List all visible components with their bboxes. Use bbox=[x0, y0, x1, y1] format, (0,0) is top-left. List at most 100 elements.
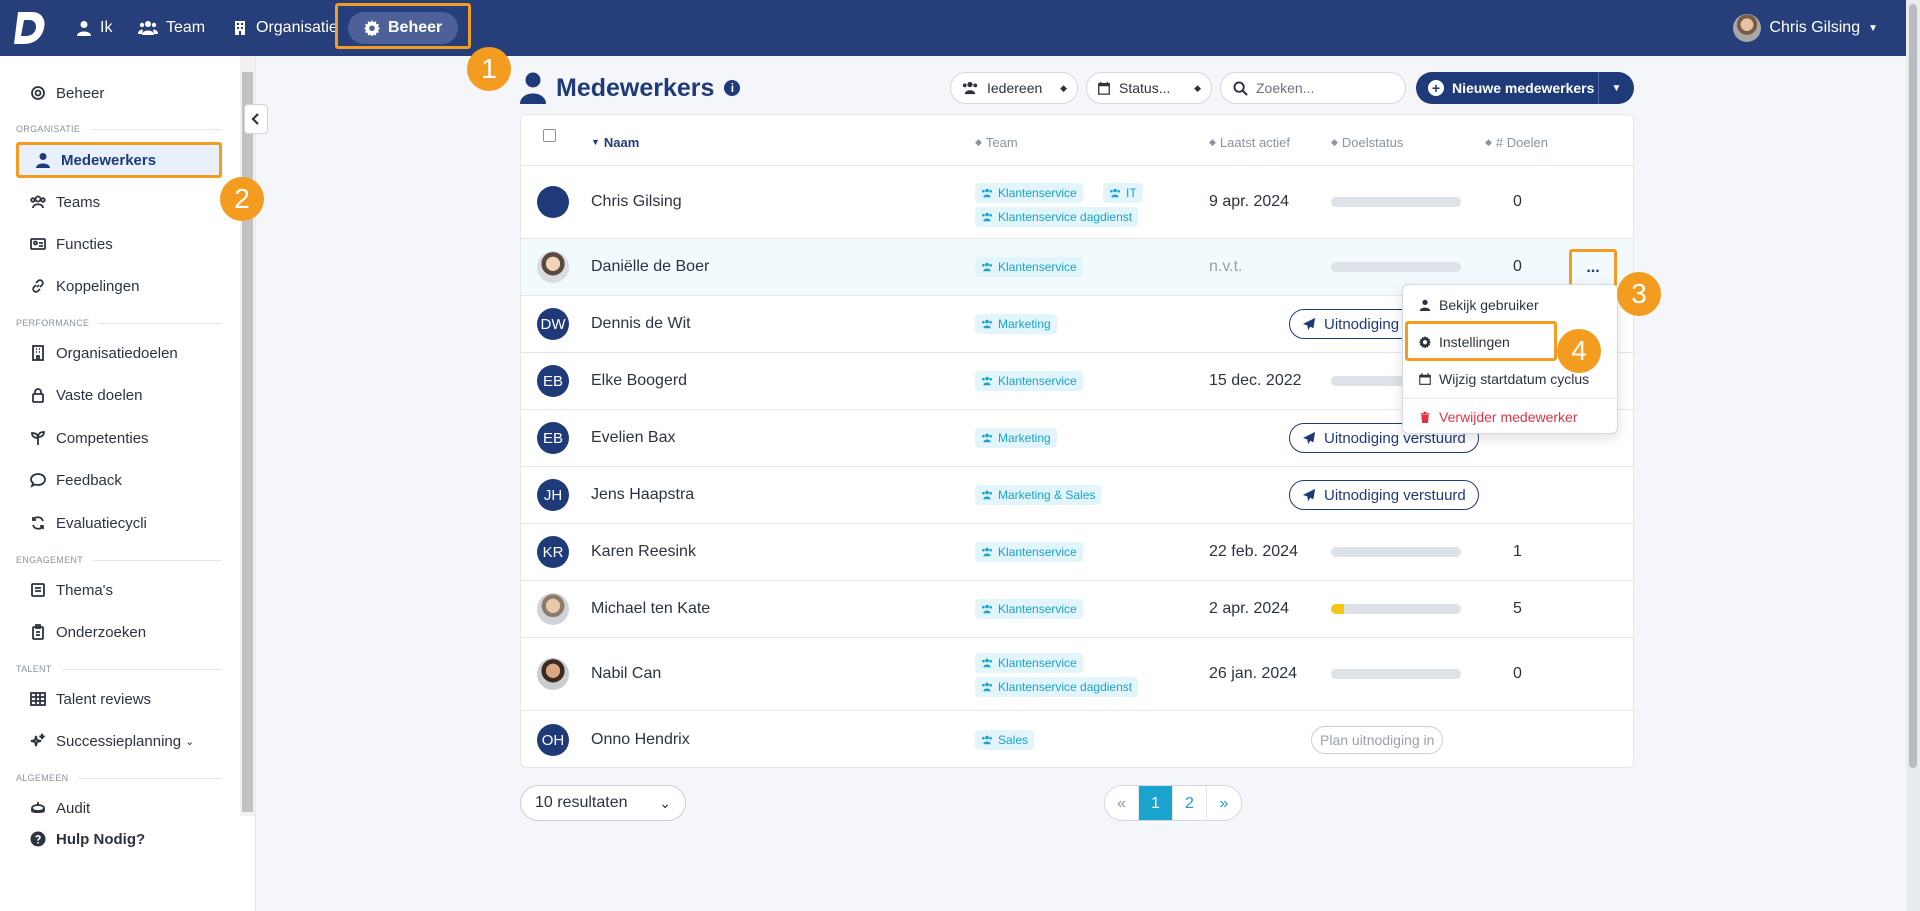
users-icon bbox=[982, 604, 992, 614]
team-tag: Klantenservice bbox=[975, 653, 1083, 673]
row-actions-button[interactable]: ... bbox=[1569, 249, 1617, 287]
nav-ik[interactable]: Ik bbox=[76, 14, 112, 42]
team-tag: Marketing & Sales bbox=[975, 485, 1102, 505]
user-name: Chris Gilsing bbox=[1769, 19, 1861, 36]
sidebar-item-label: Vaste doelen bbox=[56, 386, 143, 404]
goal-count: 0 bbox=[1513, 665, 1522, 682]
employee-name[interactable]: Evelien Bax bbox=[591, 429, 676, 449]
sidebar-item-vaste-doelen[interactable]: Vaste doelen bbox=[30, 384, 142, 406]
results-per-page-select[interactable]: 10 resultaten ⌄ bbox=[520, 785, 686, 821]
employee-name[interactable]: Michael ten Kate bbox=[591, 600, 710, 620]
users-icon bbox=[982, 490, 992, 500]
invitation-sent-button[interactable]: Uitnodiging verstuurd bbox=[1289, 480, 1479, 510]
sidebar-section-algemeen: ALGEMEEN bbox=[16, 773, 222, 783]
question-icon bbox=[30, 831, 46, 847]
nav-organisatie-label: Organisatie bbox=[256, 19, 338, 36]
column-doelen[interactable]: ◆ # Doelen bbox=[1485, 131, 1548, 153]
pagination-prev[interactable]: « bbox=[1105, 786, 1139, 820]
employee-name[interactable]: Chris Gilsing bbox=[591, 193, 682, 213]
user-icon bbox=[36, 153, 50, 168]
sidebar-item-talent-reviews[interactable]: Talent reviews bbox=[30, 688, 151, 710]
sidebar-section-talent: TALENT bbox=[16, 664, 222, 674]
column-laatst-actief[interactable]: ◆ Laatst actief bbox=[1209, 131, 1290, 153]
sidebar-item-evaluatiecycli[interactable]: Evaluatiecycli bbox=[30, 512, 147, 534]
info-icon[interactable]: i bbox=[724, 80, 741, 96]
employee-name[interactable]: Dennis de Wit bbox=[591, 315, 691, 335]
employee-name[interactable]: Elke Boogerd bbox=[591, 372, 687, 392]
sidebar-item-beheer[interactable]: Beheer bbox=[30, 82, 104, 104]
team-tag: IT bbox=[1103, 183, 1143, 203]
column-naam[interactable]: ▼ Naam bbox=[591, 131, 639, 153]
sparkles-icon bbox=[30, 733, 45, 747]
table-row[interactable]: Chris Gilsing Klantenservice IT Klantens… bbox=[521, 165, 1633, 238]
sidebar-item-functies[interactable]: Functies bbox=[30, 233, 113, 255]
highlight-beheer bbox=[335, 3, 471, 49]
table-row[interactable]: KR Karen Reesink Klantenservice 22 feb. … bbox=[521, 523, 1633, 580]
sidebar-item-teams[interactable]: Teams bbox=[30, 191, 100, 213]
table-row[interactable]: OH Onno Hendrix Sales Plan uitnodiging i… bbox=[521, 710, 1633, 767]
new-employees-dropdown-toggle[interactable]: ▼ bbox=[1598, 72, 1634, 104]
sidebar-item-organisatiedoelen[interactable]: Organisatiedoelen bbox=[30, 342, 178, 364]
sidebar-item-audit[interactable]: Audit bbox=[30, 797, 90, 819]
menu-item-delete-employee[interactable]: Verwijder medewerker bbox=[1419, 407, 1578, 427]
sidebar-scrollbar[interactable] bbox=[240, 56, 255, 816]
select-all-checkbox[interactable] bbox=[543, 129, 556, 142]
last-active: n.v.t. bbox=[1209, 258, 1243, 275]
paper-plane-icon bbox=[1302, 431, 1316, 445]
pagination-page-2[interactable]: 2 bbox=[1173, 786, 1207, 820]
sidebar-item-label: Functies bbox=[56, 235, 113, 253]
nav-organisatie[interactable]: Organisatie bbox=[232, 14, 338, 42]
gear-icon bbox=[31, 86, 45, 100]
list-icon bbox=[31, 583, 45, 597]
sort-icon: ◆ bbox=[1209, 136, 1216, 147]
sidebar-collapse-button[interactable] bbox=[244, 104, 268, 134]
team-tag: Klantenservice dagdienst bbox=[975, 207, 1139, 227]
sidebar-item-hulp[interactable]: Hulp Nodig? bbox=[30, 828, 145, 850]
goal-progress-bar bbox=[1331, 197, 1461, 207]
goal-progress-bar bbox=[1331, 547, 1461, 557]
sort-icon: ◆ bbox=[1485, 136, 1492, 147]
new-employees-button[interactable]: + Nieuwe medewerkers bbox=[1416, 72, 1598, 104]
employees-table: ▼ Naam ◆ Team ◆ Laatst actief ◆ Doelstatus ◆… bbox=[520, 114, 1634, 768]
employee-name[interactable]: Onno Hendrix bbox=[591, 731, 690, 751]
avatar: DW bbox=[537, 308, 569, 340]
menu-item-view-user[interactable]: Bekijk gebruiker bbox=[1419, 295, 1539, 315]
search-input[interactable] bbox=[1256, 80, 1386, 96]
sidebar-item-competenties[interactable]: Competenties bbox=[30, 427, 149, 449]
avatar: KR bbox=[537, 536, 569, 568]
app-logo[interactable] bbox=[14, 10, 46, 46]
filter-status-select[interactable]: Status... ◆ bbox=[1086, 72, 1212, 104]
user-menu[interactable]: Chris Gilsing ▼ bbox=[1733, 14, 1878, 42]
page-title-text: Medewerkers bbox=[556, 73, 715, 102]
sidebar-item-successieplanning[interactable]: Successieplanning ⌄ bbox=[30, 730, 194, 752]
sidebar-item-feedback[interactable]: Feedback bbox=[30, 469, 122, 491]
sidebar-item-koppelingen[interactable]: Koppelingen bbox=[30, 275, 139, 297]
sidebar-section-organisatie: ORGANISATIE bbox=[16, 124, 222, 134]
avatar bbox=[537, 251, 569, 283]
plus-icon: + bbox=[1428, 80, 1444, 96]
employee-name[interactable]: Nabil Can bbox=[591, 665, 661, 685]
filter-everyone-label: Iedereen bbox=[987, 80, 1043, 96]
employee-name[interactable]: Jens Haapstra bbox=[591, 486, 694, 506]
user-icon bbox=[77, 21, 91, 36]
avatar: EB bbox=[537, 422, 569, 454]
nav-team[interactable]: Team bbox=[138, 14, 205, 42]
sidebar-item-themas[interactable]: Thema's bbox=[30, 579, 113, 601]
pagination-page-1[interactable]: 1 bbox=[1139, 786, 1173, 820]
table-row[interactable]: Michael ten Kate Klantenservice 2 apr. 2… bbox=[521, 580, 1633, 637]
sidebar-item-label: Medewerkers bbox=[61, 151, 157, 169]
employee-name[interactable]: Daniëlle de Boer bbox=[591, 258, 709, 278]
column-team[interactable]: ◆ Team bbox=[975, 131, 1018, 153]
table-row[interactable]: JH Jens Haapstra Marketing & Sales Uitno… bbox=[521, 466, 1633, 523]
employee-name[interactable]: Karen Reesink bbox=[591, 543, 696, 563]
table-row[interactable]: Nabil Can Klantenservice Klantenservice … bbox=[521, 637, 1633, 710]
sidebar-item-onderzoeken[interactable]: Onderzoeken bbox=[30, 621, 146, 643]
seedling-icon bbox=[31, 431, 45, 445]
sidebar-item-medewerkers[interactable]: Medewerkers bbox=[16, 142, 222, 178]
pagination-next[interactable]: » bbox=[1207, 786, 1241, 820]
filter-everyone-select[interactable]: Iedereen ◆ bbox=[950, 72, 1078, 104]
plan-invitation-button[interactable]: Plan uitnodiging in bbox=[1311, 726, 1444, 754]
column-doelstatus[interactable]: ◆ Doelstatus bbox=[1331, 131, 1403, 153]
menu-item-change-cycle-start[interactable]: Wijzig startdatum cyclus bbox=[1419, 369, 1589, 389]
page-scrollbar[interactable] bbox=[1906, 0, 1920, 911]
